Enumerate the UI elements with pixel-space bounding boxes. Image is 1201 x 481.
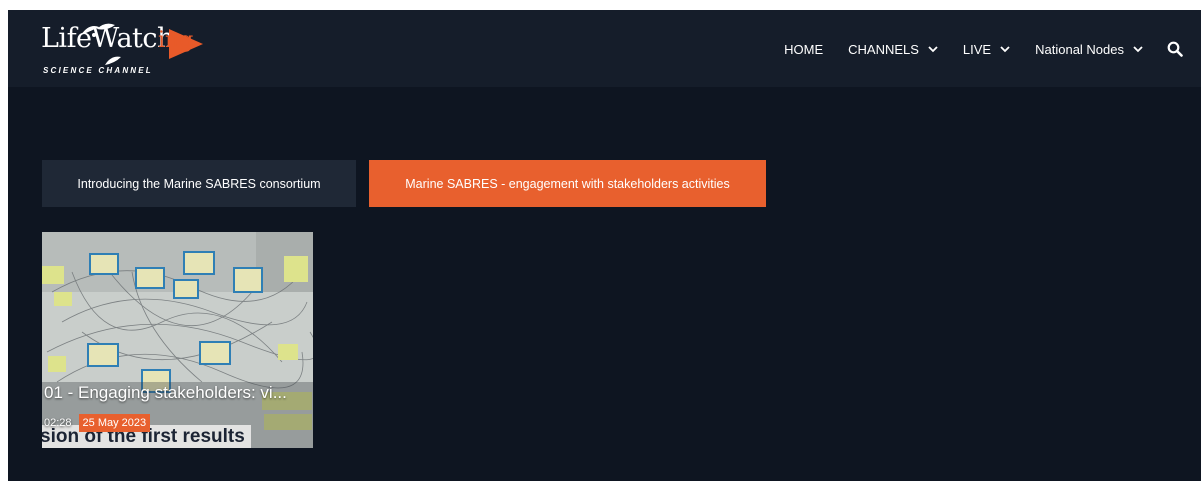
- video-card[interactable]: sion of the first results 01 - Engaging …: [42, 232, 313, 448]
- video-meta: 02:28 25 May 2023: [42, 414, 151, 432]
- logo-subtitle: SCIENCE CHANNEL: [43, 66, 153, 75]
- tab-label: Marine SABRES - engagement with stakehol…: [405, 176, 730, 191]
- nav-label: National Nodes: [1035, 41, 1124, 57]
- chevron-down-icon: [1000, 46, 1010, 53]
- nav-home[interactable]: HOME: [784, 42, 823, 57]
- page-frame: LifeWatch ing SCIENCE CHANNEL HOME CHANN…: [8, 10, 1201, 481]
- chevron-down-icon: [928, 46, 938, 53]
- nav-label: HOME: [784, 41, 824, 57]
- nav-label: CHANNELS: [848, 41, 919, 57]
- nav-national-nodes[interactable]: National Nodes: [1035, 42, 1143, 57]
- nav-channels[interactable]: CHANNELS: [848, 42, 938, 57]
- leaf-small-icon: [105, 56, 121, 65]
- search-icon[interactable]: [1167, 41, 1183, 57]
- main-nav: HOME CHANNELS LIVE National Nodes: [759, 39, 1183, 59]
- site-header: LifeWatch ing SCIENCE CHANNEL HOME CHANN…: [8, 10, 1201, 87]
- site-logo[interactable]: LifeWatch ing SCIENCE CHANNEL: [41, 23, 211, 79]
- chevron-down-icon: [1133, 46, 1143, 53]
- video-title[interactable]: 01 - Engaging stakeholders: vi...: [44, 383, 287, 403]
- leaf-decoration-icon: [81, 23, 115, 37]
- tab-introducing-consortium[interactable]: Introducing the Marine SABRES consortium: [42, 160, 356, 207]
- nav-label: LIVE: [962, 41, 992, 57]
- tab-engagement-stakeholders[interactable]: Marine SABRES - engagement with stakehol…: [369, 160, 766, 207]
- video-date-badge: 25 May 2023: [78, 414, 151, 432]
- nav-live[interactable]: LIVE: [963, 42, 1010, 57]
- logo-suffix: ing: [158, 28, 194, 53]
- video-duration: 02:28: [44, 417, 72, 429]
- tab-label: Introducing the Marine SABRES consortium: [77, 176, 321, 191]
